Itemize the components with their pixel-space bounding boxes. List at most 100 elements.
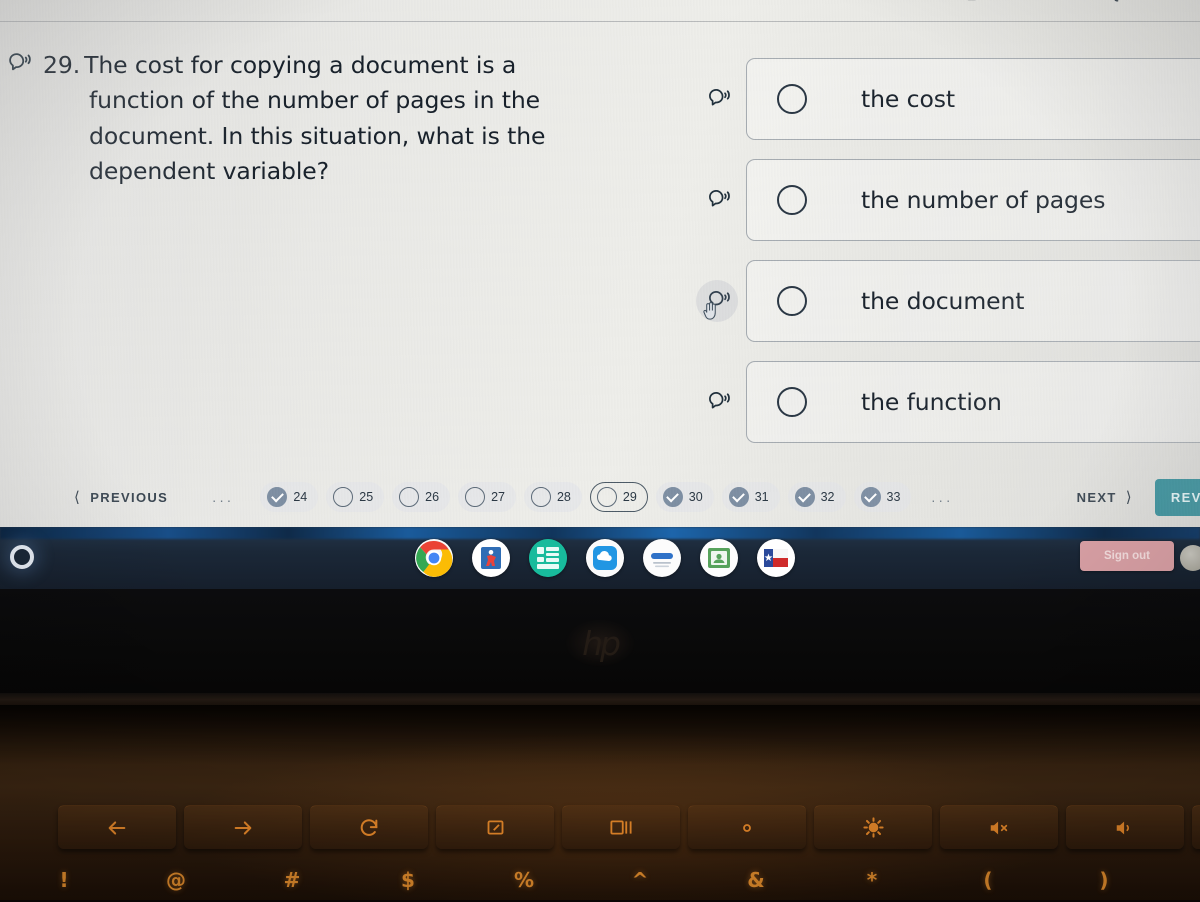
question-text-block: 29. The cost for copying a document is a … <box>43 48 573 189</box>
left-paren-key[interactable]: ( <box>934 868 1042 902</box>
brightness-up-icon <box>862 817 884 838</box>
pagination-number: 29 <box>622 490 637 504</box>
previous-button[interactable]: ⟨ PREVIOUS <box>74 488 168 506</box>
cloud-app-button[interactable] <box>586 539 624 577</box>
dollar-key[interactable]: $ <box>354 868 462 902</box>
caret-key[interactable]: ^ <box>586 868 694 902</box>
answer-option-label: the document <box>861 286 1025 315</box>
answer-option-row[interactable]: the cost <box>690 48 1200 149</box>
unanswered-circle-icon <box>596 487 617 507</box>
answer-option-label: the function <box>861 387 1002 416</box>
toolbar-divider <box>0 21 1200 22</box>
answered-check-icon <box>267 487 288 507</box>
classroom-app-button[interactable] <box>700 539 738 577</box>
brightness-down-icon <box>743 823 751 832</box>
right-paren-key[interactable]: ) <box>1050 868 1158 902</box>
hp-logo: hp <box>565 619 635 667</box>
pagination-items: 24 25 26 27 28 29 30 31 32 33 <box>260 482 919 512</box>
answer-option-row[interactable]: the function <box>690 351 1200 452</box>
overview-key[interactable] <box>562 805 680 849</box>
laptop-bezel: hp <box>0 589 1200 705</box>
answer-option-box[interactable]: the document <box>746 259 1200 342</box>
trailing-ellipsis: ... <box>931 489 954 505</box>
review-button[interactable]: REVIEW <box>1154 478 1200 516</box>
answer-radio-button[interactable] <box>777 386 807 417</box>
question-stem: 29. The cost for copying a document is a … <box>0 48 640 189</box>
fullscreen-key[interactable] <box>436 805 554 849</box>
pagination-number: 30 <box>688 490 703 504</box>
unanswered-circle-icon <box>530 487 551 507</box>
text-to-speech-icon[interactable] <box>704 185 733 214</box>
previous-label: PREVIOUS <box>90 489 169 505</box>
pagination-item[interactable]: 33 <box>853 482 912 512</box>
pagination-item[interactable]: 30 <box>655 482 714 512</box>
document-app-button[interactable] <box>643 539 681 577</box>
question-pagination: ⟨ PREVIOUS ... 24 25 26 27 28 29 30 31 3… <box>0 475 1200 519</box>
pagination-number: 32 <box>820 490 835 504</box>
refresh-key[interactable] <box>310 805 428 849</box>
option-speaker-button[interactable] <box>690 84 746 113</box>
volume-down-icon <box>1116 821 1129 834</box>
next-button[interactable]: NEXT ⟩ <box>1077 488 1133 506</box>
classroom-icon <box>701 540 737 576</box>
pagination-number: 25 <box>359 490 374 504</box>
hash-key[interactable]: # <box>238 868 346 902</box>
brightness-down-key[interactable] <box>688 805 806 849</box>
pagination-item[interactable]: 32 <box>787 482 846 512</box>
back-arrow-key[interactable] <box>58 805 176 849</box>
forward-arrow-key[interactable] <box>184 805 302 849</box>
pagination-item[interactable]: 24 <box>260 482 319 512</box>
brightness-up-key[interactable] <box>814 805 932 849</box>
add-note-button[interactable]: ADD NOTE <box>966 0 1062 2</box>
volume-up-key[interactable] <box>1192 805 1200 849</box>
exclamation-key[interactable]: ! <box>14 868 114 902</box>
text-to-speech-icon[interactable] <box>704 84 733 113</box>
athlete-app-button[interactable] <box>472 539 510 577</box>
question-flag-button[interactable]: QUESTION <box>1088 0 1184 2</box>
document-icon <box>644 540 680 576</box>
mute-key[interactable] <box>940 805 1058 849</box>
unanswered-circle-icon <box>399 487 420 507</box>
option-speaker-button[interactable] <box>690 286 746 320</box>
answer-option-row[interactable]: the number of pages <box>690 149 1200 250</box>
answered-check-icon <box>728 487 749 507</box>
unanswered-circle-icon <box>333 487 354 507</box>
grid-app-button[interactable] <box>529 539 567 577</box>
answer-option-box[interactable]: the cost <box>746 57 1200 140</box>
answer-option-label: the cost <box>861 84 955 113</box>
shelf-edge-icon[interactable] <box>1180 545 1200 571</box>
answer-options-list: the cost the number of pages the documen… <box>690 48 1200 452</box>
text-to-speech-icon[interactable] <box>704 387 733 416</box>
ampersand-key[interactable]: & <box>702 868 810 902</box>
answer-radio-button[interactable] <box>777 83 807 114</box>
chevron-left-icon: ⟨ <box>74 489 82 506</box>
answered-check-icon <box>860 487 881 507</box>
answer-option-row[interactable]: the document <box>690 250 1200 351</box>
asterisk-key[interactable]: * <box>818 868 926 902</box>
question-toolbar: ADD NOTE QUESTION <box>0 0 1200 22</box>
volume-down-key[interactable] <box>1066 805 1184 849</box>
chrome-app-button[interactable] <box>415 539 453 577</box>
pagination-item[interactable]: 25 <box>326 482 385 512</box>
texas-flag-app-button[interactable] <box>757 539 795 577</box>
option-speaker-button[interactable] <box>690 185 746 214</box>
pagination-item[interactable]: 31 <box>721 482 780 512</box>
answer-option-box[interactable]: the function <box>746 360 1200 443</box>
pagination-item-current[interactable]: 29 <box>589 482 648 512</box>
at-key[interactable]: @ <box>122 868 230 902</box>
pagination-item[interactable]: 26 <box>392 482 451 512</box>
mute-icon <box>990 821 1008 834</box>
sign-out-button[interactable]: Sign out <box>1080 541 1174 571</box>
option-speaker-button[interactable] <box>690 387 746 416</box>
pagination-item[interactable]: 27 <box>458 482 516 512</box>
underscore-key[interactable]: _ <box>1166 868 1200 902</box>
pagination-number: 31 <box>754 490 769 504</box>
leading-ellipsis: ... <box>212 489 235 505</box>
pagination-number: 27 <box>491 490 505 504</box>
text-to-speech-icon[interactable] <box>4 48 34 78</box>
pagination-item[interactable]: 28 <box>523 482 582 512</box>
percent-key[interactable]: % <box>470 868 578 902</box>
answer-option-box[interactable]: the number of pages <box>746 158 1200 241</box>
answer-radio-button[interactable] <box>777 184 807 215</box>
answer-radio-button[interactable] <box>777 285 807 316</box>
